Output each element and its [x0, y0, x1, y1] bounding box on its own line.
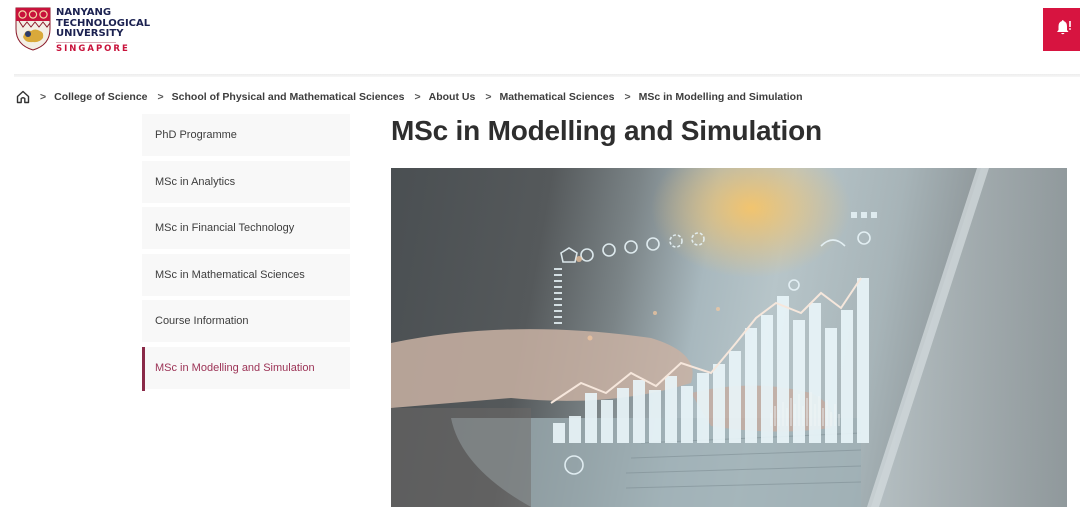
sidebar-item-msc-mathematical-sciences[interactable]: MSc in Mathematical Sciences: [142, 253, 350, 296]
breadcrumb-separator: >: [414, 91, 421, 103]
sidebar-item-label: PhD Programme: [155, 129, 237, 141]
breadcrumb-school-spms[interactable]: School of Physical and Mathematical Scie…: [172, 91, 405, 103]
sidebar-item-msc-financial-technology[interactable]: MSc in Financial Technology: [142, 207, 350, 250]
breadcrumb-mathematical-sciences[interactable]: Mathematical Sciences: [499, 91, 614, 103]
sidebar-item-course-information[interactable]: Course Information: [142, 300, 350, 343]
sidebar-item-label: MSc in Analytics: [155, 175, 236, 188]
bell-alert-icon: [1054, 19, 1072, 40]
sidebar-nav: PhD Programme MSc in Analytics MSc in Fi…: [142, 114, 350, 394]
logo-subline: SINGAPORE: [56, 41, 130, 54]
breadcrumb-about-us[interactable]: About Us: [429, 91, 476, 103]
site-header: NANYANG TECHNOLOGICAL UNIVERSITY SINGAPO…: [0, 0, 1080, 77]
sidebar-item-msc-analytics[interactable]: MSc in Analytics: [142, 160, 350, 203]
breadcrumb-separator: >: [40, 91, 47, 103]
breadcrumb-separator: >: [485, 91, 492, 103]
breadcrumb-separator: >: [157, 91, 164, 103]
sidebar-item-label: MSc in Mathematical Sciences: [155, 268, 305, 281]
hero-image: [391, 168, 1067, 507]
sidebar-item-phd-programme[interactable]: PhD Programme: [142, 114, 350, 156]
page-title: MSc in Modelling and Simulation: [391, 115, 822, 146]
sidebar-item-label: MSc in Modelling and Simulation: [155, 361, 315, 374]
ntu-logo[interactable]: NANYANG TECHNOLOGICAL UNIVERSITY SINGAPO…: [15, 7, 150, 54]
sidebar-item-label: MSc in Financial Technology: [155, 222, 295, 235]
sidebar-item-label: Course Information: [155, 315, 249, 328]
breadcrumb-current-page[interactable]: MSc in Modelling and Simulation: [639, 91, 803, 103]
ntu-crest-icon: [15, 7, 51, 51]
breadcrumb-separator: >: [624, 91, 631, 103]
breadcrumb: > College of Science > School of Physica…: [16, 89, 803, 105]
logo-text-line: NANYANG: [56, 7, 112, 18]
alert-button[interactable]: [1043, 8, 1080, 51]
logo-text-line: UNIVERSITY: [56, 28, 124, 39]
breadcrumb-college-of-science[interactable]: College of Science: [54, 91, 147, 103]
header-divider: [14, 74, 1080, 77]
sidebar-item-msc-modelling-simulation[interactable]: MSc in Modelling and Simulation: [142, 346, 350, 391]
home-icon[interactable]: [16, 90, 30, 104]
